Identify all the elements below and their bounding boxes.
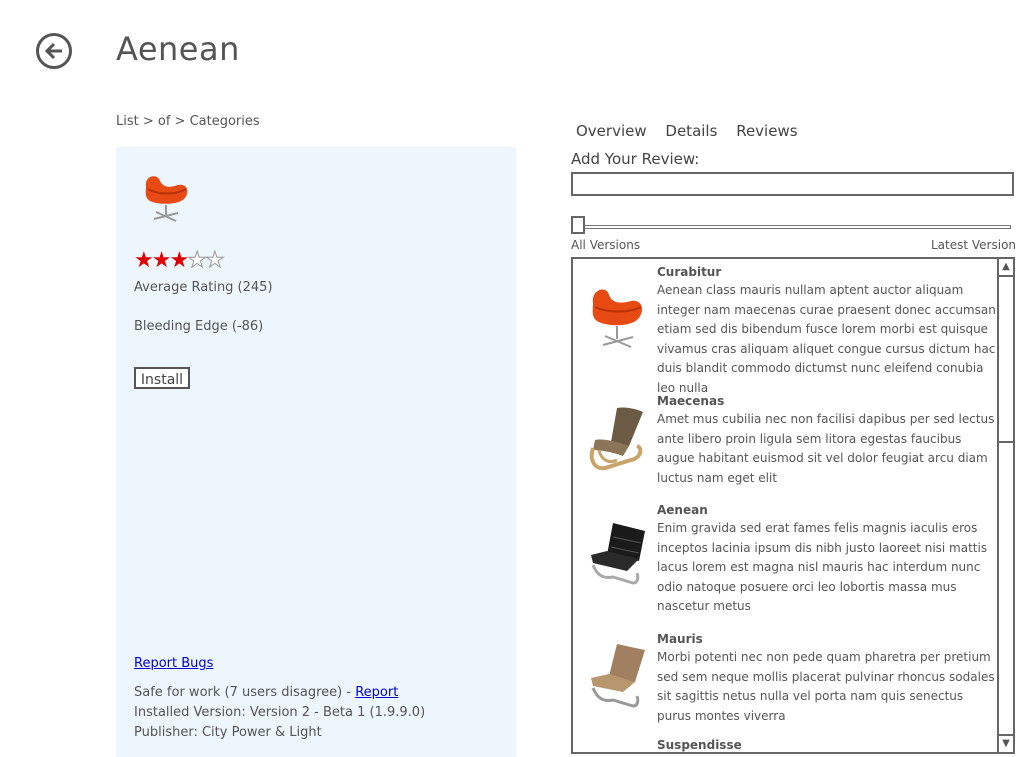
review-text: Amet mus cubilia nec non facilisi dapibu… — [657, 412, 995, 485]
wooden-lounge-chair-image — [589, 407, 643, 471]
back-arrow-icon — [44, 42, 62, 60]
publisher: Publisher: City Power & Light — [134, 725, 322, 740]
bleeding-edge-rating: Bleeding Edge (-86) — [134, 319, 264, 334]
report-bugs-link[interactable]: Report Bugs — [134, 656, 213, 671]
review-list[interactable]: Curabitur Aenean class mauris nullam apt… — [571, 257, 1015, 754]
version-slider-track[interactable] — [577, 225, 1011, 229]
installed-version: Installed Version: Version 2 - Beta 1 (1… — [134, 705, 426, 720]
review-author: Curabitur — [657, 265, 722, 279]
scroll-up-arrow-icon[interactable]: ▲ — [999, 259, 1013, 277]
report-link[interactable]: Report — [355, 685, 398, 700]
safe-for-work-line: Safe for work (7 users disagree) - Repor… — [134, 685, 398, 700]
breadcrumb: List > of > Categories — [116, 114, 260, 129]
tab-overview[interactable]: Overview — [576, 122, 647, 140]
review-text: Aenean class mauris nullam aptent auctor… — [657, 283, 996, 395]
review-author: Maecenas — [657, 394, 725, 408]
review-text: Morbi potenti nec non pede quam pharetra… — [657, 650, 995, 723]
review-list-scrollbar[interactable]: ▲ ▼ — [997, 259, 1013, 752]
safe-for-work-text: Safe for work (7 users disagree) - — [134, 685, 356, 700]
version-slider-handle[interactable] — [571, 216, 585, 234]
page-title: Aenean — [116, 30, 240, 68]
filled-star-icon: ★ — [151, 248, 172, 273]
empty-star-icon: ★ — [204, 248, 225, 273]
black-leather-chair-image — [591, 523, 645, 585]
app-thumbnail-image — [145, 176, 188, 222]
review-author: Mauris — [657, 632, 703, 646]
empty-star-icon: ★ — [187, 248, 208, 273]
scroll-down-arrow-icon[interactable]: ▼ — [999, 734, 1013, 752]
review-input[interactable] — [571, 172, 1014, 196]
review-author: Suspendisse — [657, 738, 742, 752]
filled-star-icon: ★ — [134, 248, 154, 273]
review-author: Aenean — [657, 503, 708, 517]
orange-swan-chair-image — [592, 289, 643, 348]
star-rating: ★★★★★ — [134, 248, 225, 273]
install-button[interactable]: Install — [134, 367, 190, 389]
tan-leather-chair-image — [591, 644, 645, 708]
latest-version-label: Latest Version — [931, 238, 1017, 252]
tab-details[interactable]: Details — [665, 122, 717, 140]
scrollbar-thumb[interactable] — [999, 277, 1013, 443]
review-text: Enim gravida sed erat fames felis magnis… — [657, 521, 988, 613]
tab-bar: Overview Details Reviews — [576, 122, 812, 140]
filled-star-icon: ★ — [169, 248, 189, 273]
tab-reviews[interactable]: Reviews — [736, 122, 797, 140]
back-button[interactable] — [36, 33, 72, 69]
all-versions-label: All Versions — [571, 238, 641, 252]
add-review-label: Add Your Review: — [571, 150, 700, 168]
average-rating: Average Rating (245) — [134, 280, 273, 295]
